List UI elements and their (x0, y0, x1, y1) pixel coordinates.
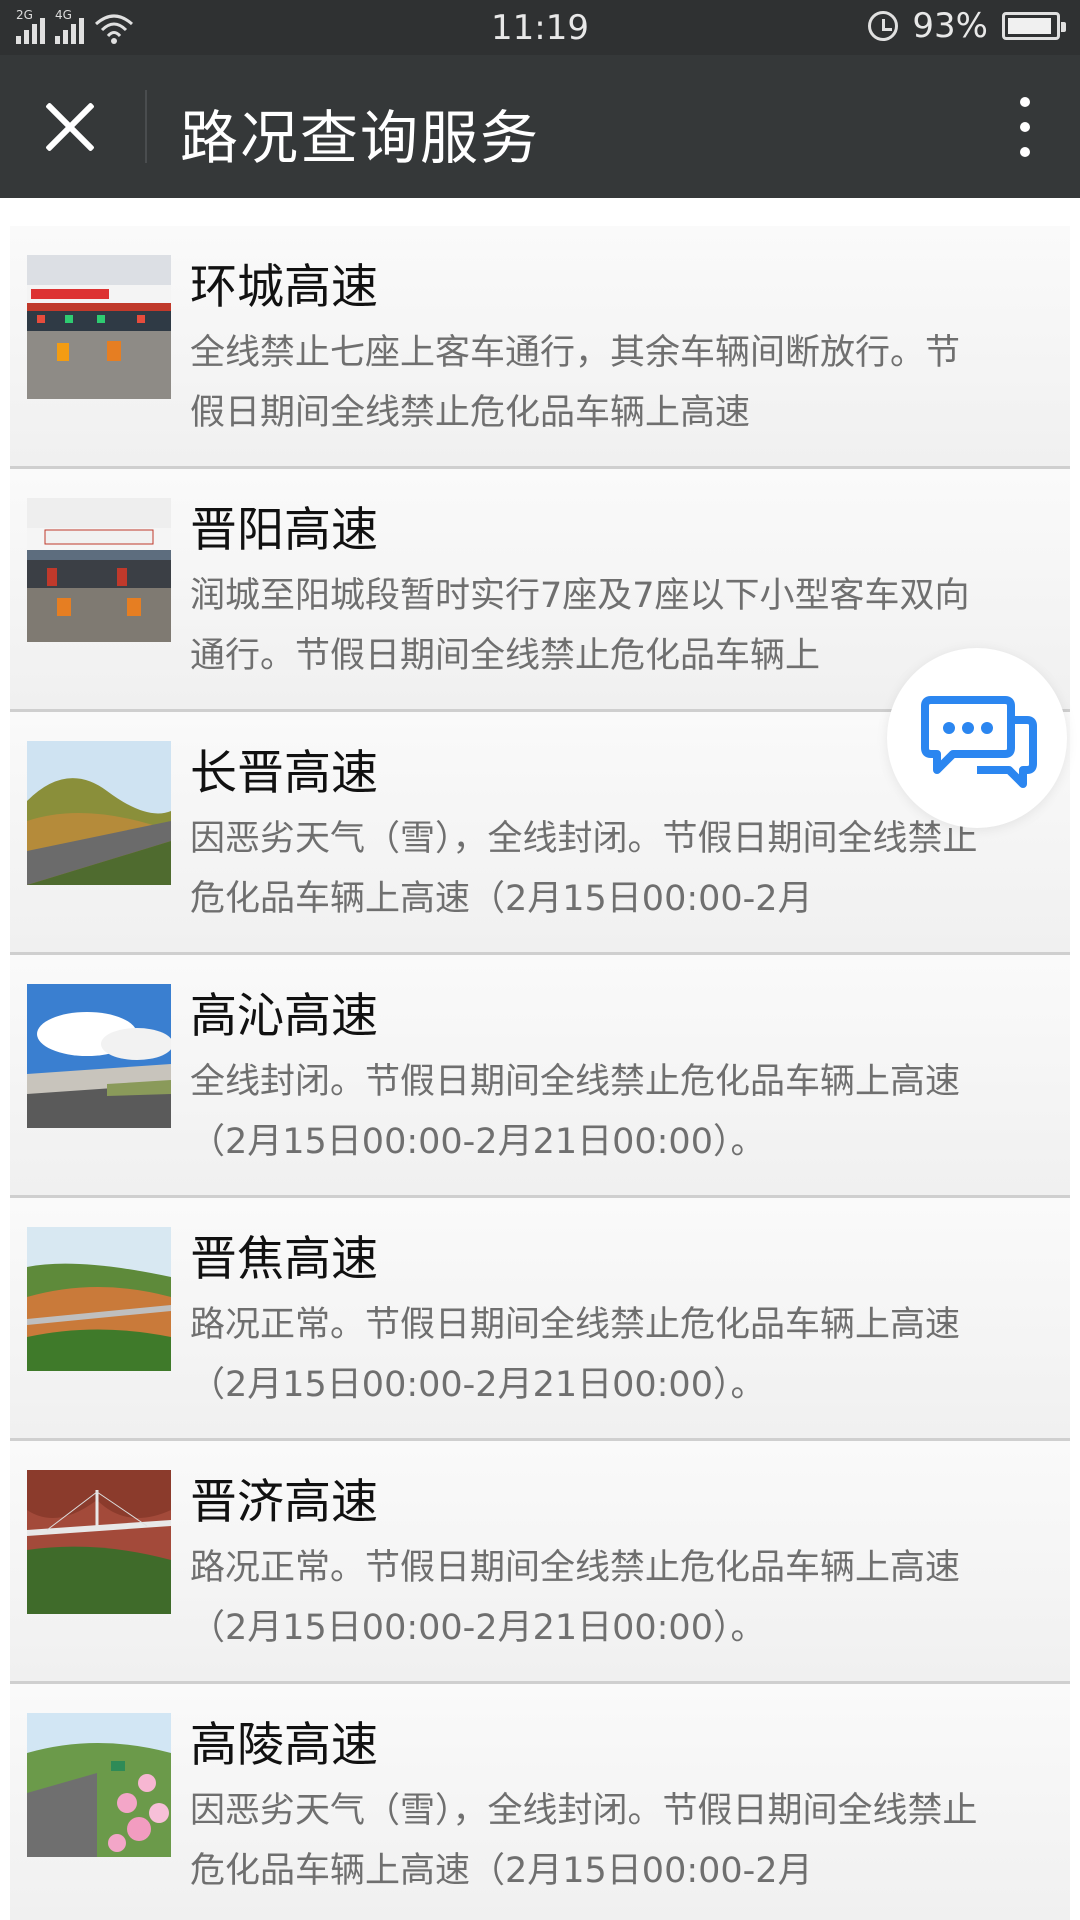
app-header: 路况查询服务 (0, 55, 1080, 198)
list-item[interactable]: 高陵高速 因恶劣天气（雪），全线封闭。节假日期间全线禁止危化品车辆上高速（2月1… (10, 1684, 1070, 1920)
road-name: 晋焦高速 (190, 1232, 378, 1287)
viaduct-photo (27, 1227, 171, 1371)
tunnel-highway-photo (27, 984, 171, 1128)
battery-icon (1002, 12, 1066, 40)
battery-percent: 93% (912, 6, 988, 46)
page-title: 路况查询服务 (180, 104, 541, 172)
road-name: 高陵高速 (190, 1718, 378, 1773)
road-status: 路况正常。节假日期间全线禁止危化品车辆上高速（2月15日00:00-2月21日0… (190, 1305, 961, 1405)
list-item[interactable]: 晋焦高速 路况正常。节假日期间全线禁止危化品车辆上高速（2月15日00:00-2… (10, 1198, 1070, 1441)
close-button[interactable] (36, 93, 104, 161)
road-status: 全线禁止七座上客车通行，其余车辆间断放行。节假日期间全线禁止危化品车辆上高速 (190, 333, 961, 433)
road-name: 环城高速 (190, 260, 378, 315)
more-options-button[interactable] (1010, 93, 1040, 161)
road-status: 因恶劣天气（雪），全线封闭。节假日期间全线禁止危化品车辆上高速（2月15日00:… (190, 1791, 978, 1891)
road-status: 全线封闭。节假日期间全线禁止危化品车辆上高速（2月15日00:00-2月21日0… (190, 1062, 961, 1162)
toll-station-photo (27, 498, 171, 642)
status-icons-right: 93% (868, 6, 1066, 46)
alarm-icon (868, 11, 899, 41)
road-name: 长晋高速 (190, 746, 378, 801)
flower-highway-photo (27, 1713, 171, 1857)
list-item[interactable]: 环城高速 全线禁止七座上客车通行，其余车辆间断放行。节假日期间全线禁止危化品车辆… (10, 226, 1070, 469)
header-divider (145, 90, 147, 163)
chat-bubble-icon (921, 696, 1037, 788)
road-status: 路况正常。节假日期间全线禁止危化品车辆上高速（2月15日00:00-2月21日0… (190, 1548, 961, 1648)
road-status: 润城至阳城段暂时实行7座及7座以下小型客车双向通行。节假日期间全线禁止危化品车辆… (190, 576, 970, 676)
road-name: 高沁高速 (190, 989, 378, 1044)
status-bar: 2G 4G 11:19 93% (0, 0, 1080, 55)
list-item[interactable]: 晋济高速 路况正常。节假日期间全线禁止危化品车辆上高速（2月15日00:00-2… (10, 1441, 1070, 1684)
list-item[interactable]: 高沁高速 全线封闭。节假日期间全线禁止危化品车辆上高速（2月15日00:00-2… (10, 955, 1070, 1198)
mountain-highway-photo (27, 741, 171, 885)
road-name: 晋济高速 (190, 1475, 378, 1530)
chat-button[interactable] (887, 648, 1067, 828)
toll-station-photo (27, 255, 171, 399)
road-status: 因恶劣天气（雪），全线封闭。节假日期间全线禁止危化品车辆上高速（2月15日00:… (190, 819, 978, 919)
bridge-canyon-photo (27, 1470, 171, 1614)
road-list: 环城高速 全线禁止七座上客车通行，其余车辆间断放行。节假日期间全线禁止危化品车辆… (10, 226, 1070, 1920)
road-name: 晋阳高速 (190, 503, 378, 558)
